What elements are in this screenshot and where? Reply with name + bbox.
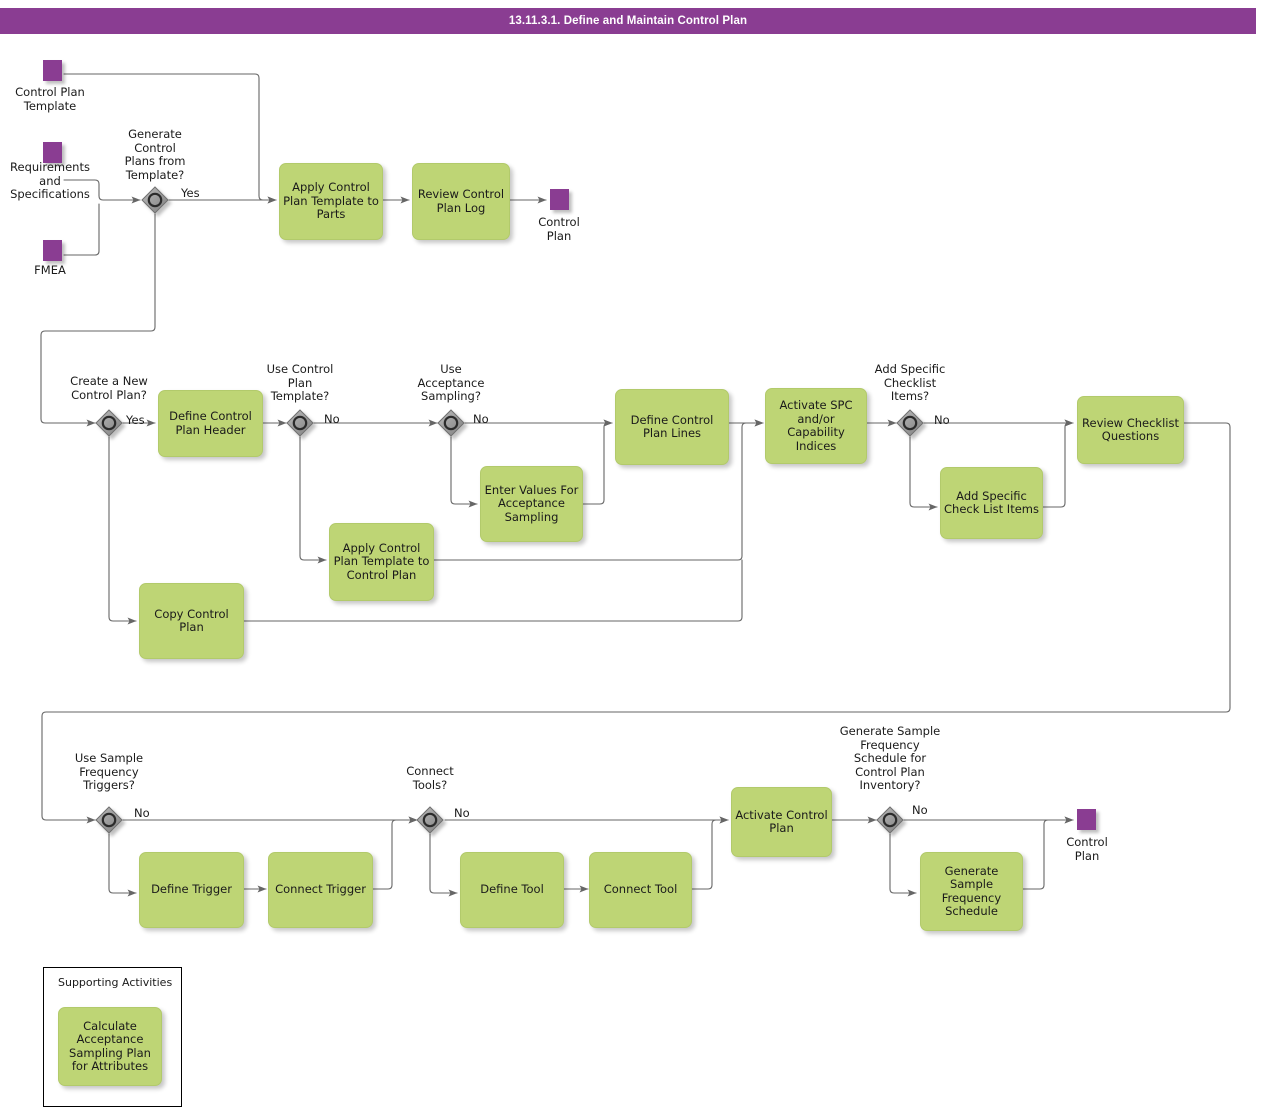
data-object-control-plan-template-label: Control Plan Template [15, 85, 85, 113]
gateway-use-control-plan-template[interactable] [287, 410, 313, 436]
task-label: Define Control Plan Lines [630, 412, 714, 440]
supporting-activities-title: Supporting Activities [58, 976, 173, 989]
task-enter-values-for-acceptance-sampling[interactable]: Enter Values For Acceptance Sampling [480, 466, 583, 542]
task-label: Add Specific Check List Items [944, 488, 1039, 516]
flow-label-use-sample-frequency-triggers-no: No [134, 806, 150, 820]
flow-label-add-specific-checklist-items-no: No [934, 413, 950, 427]
task-label: Define Trigger [151, 882, 232, 897]
data-object-control-plan-template[interactable] [43, 60, 62, 81]
gateway-add-specific-checklist-items-label: Add Specific Checklist Items? [874, 362, 946, 403]
flowchart-canvas: 13.11.3.1. Define and Maintain Control P… [0, 0, 1280, 1120]
task-label: Define Control Plan Header [169, 409, 252, 437]
task-label: Activate SPC and/or Capability Indices [779, 398, 853, 453]
page-title-bar: 13.11.3.1. Define and Maintain Control P… [0, 8, 1256, 34]
page-title: 13.11.3.1. Define and Maintain Control P… [508, 15, 748, 27]
task-label: Generate Sample Frequency Schedule [941, 863, 1002, 918]
task-label: Define Tool [480, 882, 544, 897]
task-activate-spc-capability-indices[interactable]: Activate SPC and/or Capability Indices [765, 388, 867, 464]
task-label: Connect Trigger [275, 882, 366, 897]
task-label: Review Checklist Questions [1082, 415, 1179, 443]
data-object-control-plan-bottom[interactable] [1077, 809, 1096, 830]
gateway-generate-sample-frequency-schedule[interactable] [877, 807, 903, 833]
task-calculate-acceptance-sampling-plan-for-attributes[interactable]: Calculate Acceptance Sampling Plan for A… [58, 1007, 162, 1086]
data-object-requirements-and-specifications-label: Requirements and Specifications [10, 160, 90, 201]
flow-label-generate-from-template-yes: Yes [181, 186, 200, 200]
task-apply-control-plan-template-to-control-plan[interactable]: Apply Control Plan Template to Control P… [329, 523, 434, 601]
task-label: Activate Control Plan [735, 807, 828, 835]
gateway-generate-sample-frequency-schedule-label: Generate Sample Frequency Schedule for C… [839, 724, 941, 792]
task-review-control-plan-log[interactable]: Review Control Plan Log [412, 163, 510, 240]
task-define-trigger[interactable]: Define Trigger [139, 852, 244, 928]
data-object-fmea[interactable] [43, 240, 62, 261]
gateway-generate-from-template-label: Generate Control Plans from Template? [124, 127, 186, 182]
flow-label-use-acceptance-sampling-no: No [473, 412, 489, 426]
gateway-connect-tools-label: Connect Tools? [406, 764, 454, 792]
task-add-specific-check-list-items[interactable]: Add Specific Check List Items [940, 467, 1043, 539]
gateway-create-new-control-plan-label: Create a New Control Plan? [70, 374, 148, 402]
task-define-tool[interactable]: Define Tool [460, 852, 564, 928]
gateway-use-control-plan-template-label: Use Control Plan Template? [266, 362, 334, 403]
task-define-control-plan-header[interactable]: Define Control Plan Header [158, 390, 263, 457]
data-object-control-plan-top-label: Control Plan [538, 215, 580, 243]
data-object-control-plan-bottom-label: Control Plan [1066, 835, 1108, 863]
gateway-use-acceptance-sampling[interactable] [438, 410, 464, 436]
task-label: Apply Control Plan Template to Control P… [333, 540, 430, 582]
task-label: Connect Tool [603, 882, 678, 897]
task-label: Calculate Acceptance Sampling Plan for A… [69, 1018, 151, 1073]
task-label: Review Control Plan Log [417, 187, 505, 215]
task-copy-control-plan[interactable]: Copy Control Plan [139, 583, 244, 659]
gateway-use-sample-frequency-triggers[interactable] [96, 807, 122, 833]
gateway-generate-from-template[interactable] [142, 187, 168, 213]
task-activate-control-plan[interactable]: Activate Control Plan [731, 787, 832, 857]
task-define-control-plan-lines[interactable]: Define Control Plan Lines [615, 389, 729, 465]
flow-label-connect-tools-no: No [454, 806, 470, 820]
data-object-fmea-label: FMEA [34, 263, 66, 277]
task-label: Enter Values For Acceptance Sampling [484, 482, 579, 524]
flow-label-generate-sample-frequency-schedule-no: No [912, 803, 928, 817]
gateway-use-sample-frequency-triggers-label: Use Sample Frequency Triggers? [74, 751, 144, 792]
task-label: Apply Control Plan Template to Parts [283, 180, 379, 222]
gateway-add-specific-checklist-items[interactable] [897, 410, 923, 436]
task-review-checklist-questions[interactable]: Review Checklist Questions [1077, 396, 1184, 464]
flow-label-create-new-control-plan-yes: Yes [126, 413, 145, 427]
data-object-control-plan-top[interactable] [550, 189, 569, 210]
task-connect-tool[interactable]: Connect Tool [589, 852, 692, 928]
flow-label-use-control-plan-template-no: No [324, 412, 340, 426]
task-label: Copy Control Plan [154, 606, 229, 634]
gateway-connect-tools[interactable] [417, 807, 443, 833]
gateway-use-acceptance-sampling-label: Use Acceptance Sampling? [417, 362, 485, 403]
task-generate-sample-frequency-schedule[interactable]: Generate Sample Frequency Schedule [920, 852, 1023, 931]
task-apply-control-plan-template-to-parts[interactable]: Apply Control Plan Template to Parts [279, 163, 383, 240]
gateway-create-new-control-plan[interactable] [96, 410, 122, 436]
task-connect-trigger[interactable]: Connect Trigger [268, 852, 373, 928]
